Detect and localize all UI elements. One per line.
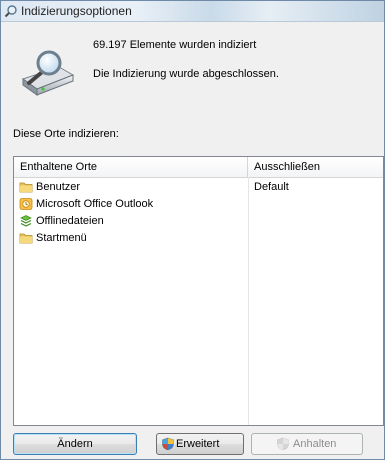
list-item[interactable]: Offlinedateien	[14, 213, 383, 230]
location-name: Startmenü	[36, 232, 87, 244]
location-name: Benutzer	[36, 181, 81, 193]
pause-button-label: Anhalten	[293, 438, 337, 450]
indexing-options-window: Indizierungsoptionen 69.197 Elemente wur…	[0, 0, 385, 460]
folder-icon	[19, 182, 33, 193]
list-item[interactable]: Startmenü	[14, 230, 383, 247]
drive-search-icon	[21, 50, 75, 96]
modify-button-label: Ändern	[57, 438, 93, 450]
column-header-excluded[interactable]: Ausschließen	[248, 157, 383, 177]
advanced-button-label: Erweitert	[176, 438, 220, 450]
location-name: Microsoft Office Outlook	[36, 198, 154, 210]
locations-section-label: Diese Orte indizieren:	[13, 128, 119, 140]
pause-button[interactable]: Anhalten	[251, 433, 363, 455]
shield-icon	[277, 437, 289, 451]
folder-icon	[19, 233, 33, 244]
outlook-icon	[19, 198, 33, 210]
list-item[interactable]: Benutzer Default	[14, 179, 383, 196]
offline-files-icon	[20, 215, 32, 227]
indexed-count-text: 69.197 Elemente wurden indiziert	[93, 39, 257, 51]
location-exclude: Default	[254, 181, 289, 193]
indexing-app-icon	[4, 5, 17, 18]
modify-button[interactable]: Ändern	[13, 433, 137, 455]
shield-icon	[162, 437, 174, 451]
advanced-button[interactable]: Erweitert	[156, 433, 244, 455]
location-name: Offlinedateien	[36, 215, 104, 227]
indexing-status-text: Die Indizierung wurde abgeschlossen.	[93, 68, 279, 80]
title-bar: Indizierungsoptionen	[1, 1, 384, 22]
window-title: Indizierungsoptionen	[21, 4, 132, 18]
list-header: Enthaltene Orte Ausschließen	[14, 157, 383, 178]
indexed-locations-list[interactable]: Enthaltene Orte Ausschließen Benutzer De…	[13, 156, 384, 426]
column-header-included[interactable]: Enthaltene Orte	[14, 157, 248, 177]
list-item[interactable]: Microsoft Office Outlook	[14, 196, 383, 213]
